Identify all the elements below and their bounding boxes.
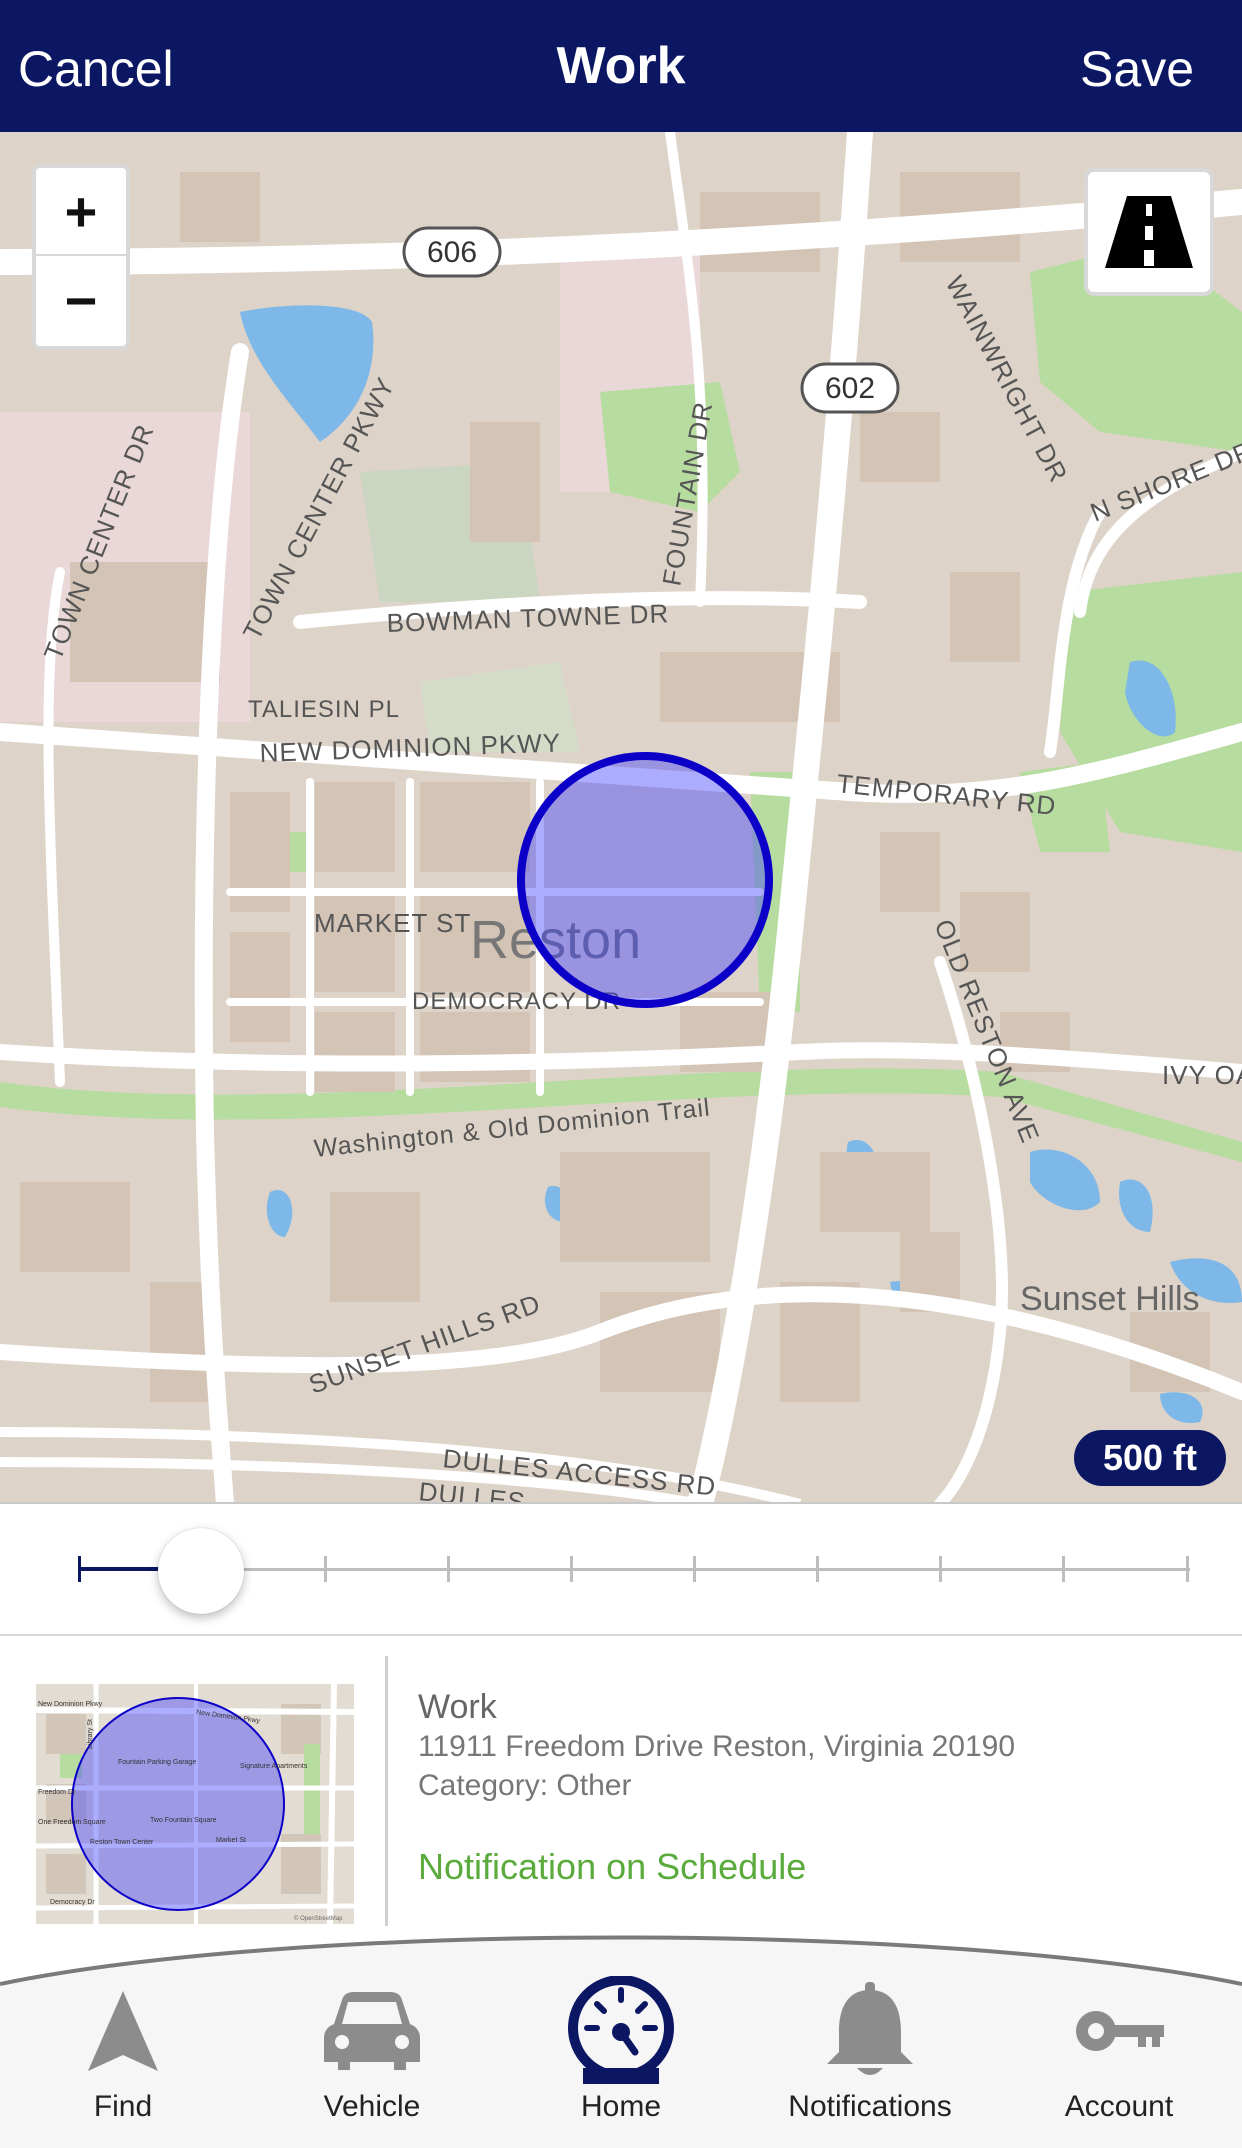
slider-track[interactable] (78, 1568, 1190, 1571)
slider-thumb[interactable] (158, 1528, 244, 1614)
label-sunset-hills: Sunset Hills (1020, 1280, 1200, 1318)
radius-scale-label: 500 ft (1074, 1430, 1226, 1486)
thumb-label-one-freedom: One Freedom Square (38, 1819, 106, 1826)
tab-vehicle[interactable]: Vehicle (252, 1966, 492, 2146)
thumb-label-reston-town-center: Reston Town Center (90, 1839, 154, 1846)
location-thumbnail-map[interactable]: New Dominion Pkwy New Dominion Pkwy Free… (36, 1684, 354, 1924)
traffic-toggle-button[interactable] (1084, 168, 1214, 296)
label-taliesin-pl: TALIESIN PL (248, 696, 400, 723)
road-icon (1105, 196, 1193, 268)
location-name: Work (418, 1688, 497, 1726)
bottom-tab-bar: Find Vehicle Home Notifications Account (0, 1928, 1242, 2148)
thumb-label-freedom-dr: Freedom Dr (38, 1789, 76, 1796)
slider-tick (324, 1556, 327, 1582)
zoom-control: + − (32, 164, 130, 350)
zoom-out-button[interactable]: − (36, 256, 126, 344)
thumb-label-new-dominion: New Dominion Pkwy (38, 1701, 103, 1708)
slider-tick (1062, 1556, 1065, 1582)
tab-vehicle-label: Vehicle (323, 2090, 421, 2123)
notification-schedule-link[interactable]: Notification on Schedule (418, 1846, 806, 1888)
page-title: Work (556, 37, 686, 95)
tab-find-label: Find (93, 2090, 153, 2123)
map-canvas: 606 602 TOWN CENTER DR TOWN CENTER PKWY … (0, 132, 1242, 1502)
slider-tick (693, 1556, 696, 1582)
radius-slider[interactable] (0, 1506, 1242, 1636)
slider-tick (939, 1556, 942, 1582)
location-address: 11911 Freedom Drive Reston, Virginia 201… (418, 1730, 1016, 1763)
thumbnail-map-canvas: New Dominion Pkwy New Dominion Pkwy Free… (36, 1684, 354, 1924)
slider-tick (447, 1556, 450, 1582)
location-category: Category: Other (418, 1769, 632, 1802)
tab-notifications-label: Notifications (788, 2090, 952, 2123)
tab-find[interactable]: Find (3, 1966, 243, 2146)
label-market-st: MARKET ST (314, 908, 471, 938)
thumb-label-two-fountain: Two Fountain Square (150, 1817, 217, 1824)
thumb-attribution: © OpenStreetMap (294, 1915, 343, 1922)
location-card: New Dominion Pkwy New Dominion Pkwy Free… (0, 1638, 1242, 1938)
map-view[interactable]: 606 602 TOWN CENTER DR TOWN CENTER PKWY … (0, 132, 1242, 1504)
top-navigation-bar: Cancel Work Save (0, 0, 1242, 132)
tab-notifications[interactable]: Notifications (750, 1966, 990, 2146)
bell-icon (827, 1982, 913, 2075)
navigation-arrow-icon (88, 1991, 158, 2071)
card-divider (385, 1656, 388, 1926)
tab-account-label: Account (1064, 2090, 1174, 2123)
key-icon (1076, 2011, 1164, 2051)
route-602-shield: 602 (825, 372, 875, 405)
tab-account[interactable]: Account (999, 1966, 1239, 2146)
label-ivy-oak: IVY OA (1162, 1060, 1242, 1090)
slider-tick (570, 1556, 573, 1582)
thumb-label-library-st: Library St (87, 1719, 94, 1749)
thumb-label-signature: Signature Apartments (240, 1763, 308, 1770)
thumb-label-market-st: Market St (216, 1837, 246, 1844)
tab-home[interactable]: Home (501, 1966, 741, 2146)
speedometer-icon (568, 1976, 674, 2084)
slider-tick (816, 1556, 819, 1582)
slider-tick (1186, 1556, 1189, 1582)
thumb-label-democracy-dr: Democracy Dr (50, 1899, 95, 1906)
slider-tick (78, 1556, 81, 1582)
zoom-in-button[interactable]: + (36, 168, 126, 256)
car-icon (324, 1992, 420, 2070)
save-button[interactable]: Save (1080, 40, 1194, 98)
tab-home-label: Home (580, 2090, 662, 2123)
route-606-shield: 606 (427, 236, 477, 269)
thumb-label-fountain-garage: Fountain Parking Garage (118, 1759, 196, 1766)
geofence-circle (517, 752, 773, 1008)
